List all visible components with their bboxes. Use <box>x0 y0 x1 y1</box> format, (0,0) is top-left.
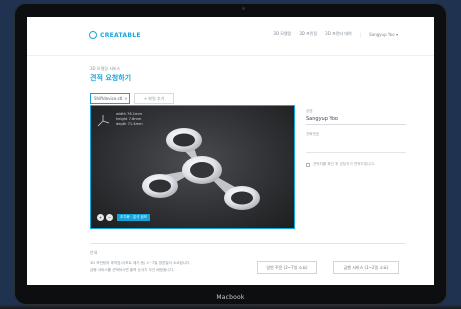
zoom-out-icon[interactable]: − <box>106 214 113 221</box>
user-menu[interactable]: Sangyup Yoo ▾ <box>369 32 398 37</box>
info-text-2: 급행 서비스를 선택하시면 출력 순서가 우선 배정됩니다. <box>90 268 175 272</box>
info-heading: 안내 <box>90 250 98 255</box>
phone-label: 전화번호 <box>306 132 320 136</box>
file-select-value: Shiftdevice.stl <box>94 96 123 101</box>
nav-separator: | <box>359 31 362 37</box>
name-label: 성명 <box>306 109 313 113</box>
section-divider <box>90 243 406 244</box>
name-field[interactable]: Sangyup Yoo <box>306 116 406 125</box>
nav-item-rental[interactable]: 3D 프린터 대여 <box>325 31 352 37</box>
nav-item-modeling[interactable]: 3D 모델링 <box>273 31 291 37</box>
consent-checkbox[interactable] <box>306 162 310 167</box>
fidget-spinner-model <box>142 128 260 210</box>
page-title: 견적 요청하기 <box>90 74 132 82</box>
axis-icon <box>97 115 110 127</box>
zoom-in-icon[interactable]: + <box>97 214 104 221</box>
webcam-dot <box>242 7 245 10</box>
nav-menu: 3D 모델링 3D 프린팅 3D 프린터 대여 | Sangyup Yoo ▾ <box>273 31 398 37</box>
close-icon[interactable]: × <box>124 96 127 101</box>
logo[interactable]: CREATABLE <box>89 31 141 39</box>
laptop-brand-label: Macbook <box>216 294 245 301</box>
user-name: Sangyup Yoo <box>369 31 395 37</box>
consent-row[interactable]: 연락처를 확인 후 담당자가 연락드립니다. <box>306 162 406 167</box>
customer-info-panel: 성명 Sangyup Yoo 전화번호 연락처를 확인 후 담당자가 연락드립니… <box>306 109 406 167</box>
add-file-button[interactable]: + 파일 추가 <box>134 93 174 104</box>
top-navigation: CREATABLE 3D 모델링 3D 프린팅 3D 프린터 대여 | Sang… <box>27 17 434 56</box>
logo-icon <box>89 31 97 39</box>
browser-screen: CREATABLE 3D 모델링 3D 프린팅 3D 프린터 대여 | Sang… <box>27 17 434 285</box>
express-order-button[interactable]: 급행 서비스 (1~2일 소요) <box>333 261 399 274</box>
reset-view-button[interactable]: 초기화 · 분석 정보 <box>117 214 150 221</box>
phone-field[interactable] <box>306 145 406 153</box>
consent-label: 연락처를 확인 후 담당자가 연락드립니다. <box>313 162 375 166</box>
file-select[interactable]: Shiftdevice.stl × <box>90 93 130 104</box>
nav-item-printing[interactable]: 3D 프린팅 <box>299 31 317 37</box>
logo-text: CREATABLE <box>100 31 141 39</box>
model-viewer[interactable]: width 76.1mm height 7.6mm depth 71.4mm +… <box>90 105 295 229</box>
standard-order-button[interactable]: 일반 주문 (2~7일 소요) <box>257 261 317 274</box>
info-text-1: 3D 프린팅의 후작업(서포트 제거 등) 2~7일 영업일이 소요됩니다. <box>90 261 191 265</box>
viewer-toolbar: + − 초기화 · 분석 정보 <box>97 214 150 221</box>
laptop-base <box>0 305 461 309</box>
breadcrumb: 3D 모델링 서비스 <box>90 66 121 71</box>
chevron-down-icon: ▾ <box>395 31 398 37</box>
